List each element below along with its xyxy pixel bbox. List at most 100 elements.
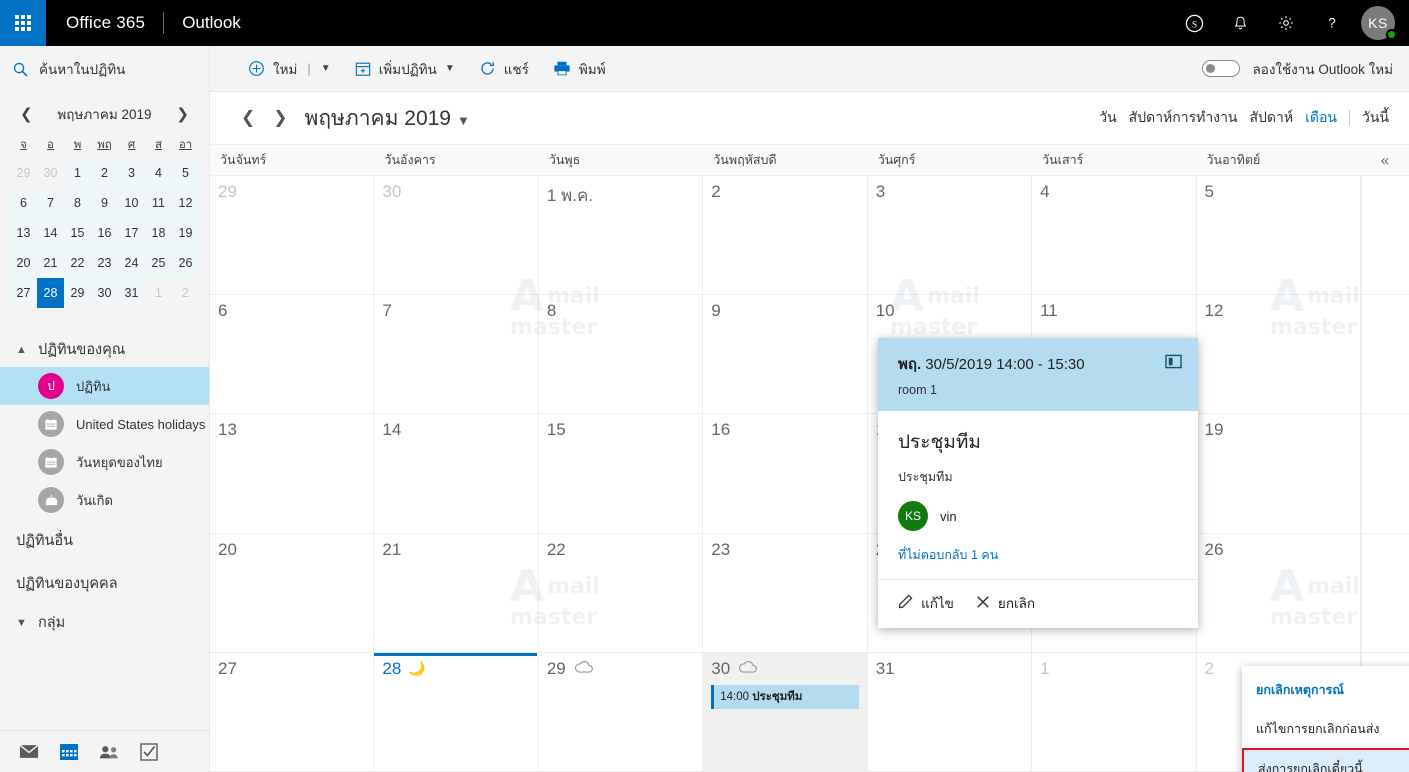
- try-new-outlook-label[interactable]: ลองใช้งาน Outlook ใหม่: [1252, 58, 1393, 80]
- mini-calendar-grid[interactable]: 29 30 1 2 3 4 5 6 7 8 9 10 11 12 13 14 15 16 17 18 19 20 21 22 2…: [10, 158, 199, 308]
- mini-calendar-day[interactable]: 27: [10, 278, 37, 308]
- sidebar-item-calendar-1[interactable]: United States holidays: [0, 405, 209, 443]
- calendar-day-cell[interactable]: 1 พ.ค.: [539, 176, 704, 295]
- view-work-week[interactable]: สัปดาห์การทำงาน: [1129, 107, 1238, 129]
- calendar-day-cell[interactable]: 21: [374, 533, 539, 652]
- mini-calendar-dow[interactable]: อา: [172, 132, 199, 158]
- mini-calendar-day[interactable]: 2: [172, 278, 199, 308]
- try-new-outlook-toggle[interactable]: [1202, 60, 1241, 77]
- mini-calendar-day[interactable]: 30: [91, 278, 118, 308]
- calendar-day-cell[interactable]: 29: [210, 176, 375, 295]
- calendar-day-cell[interactable]: 15: [539, 414, 704, 533]
- mini-calendar-day[interactable]: 29: [64, 278, 91, 308]
- calendar-day-cell[interactable]: 4: [1032, 176, 1197, 295]
- bell-icon[interactable]: [1217, 0, 1263, 46]
- prev-month-button[interactable]: ❮: [232, 108, 264, 128]
- mini-calendar-day[interactable]: 28: [37, 278, 64, 308]
- search-input[interactable]: ค้นหาในปฏิทิน: [0, 46, 209, 92]
- menu-item-send-cancellation-now[interactable]: ส่งการยกเลิกเดี๋ยวนี้: [1242, 748, 1409, 772]
- chevron-right-icon[interactable]: ❯: [172, 105, 193, 123]
- calendar-day-cell[interactable]: 3: [868, 176, 1033, 295]
- sidebar-item-calendar-3[interactable]: วันเกิด: [0, 481, 209, 519]
- skype-icon[interactable]: S: [1171, 0, 1217, 46]
- mini-calendar-title[interactable]: พฤษภาคม 2019: [57, 103, 151, 125]
- calendar-day-cell[interactable]: 13: [210, 414, 375, 533]
- calendar-day-cell[interactable]: 22: [539, 533, 704, 652]
- help-icon[interactable]: ?: [1309, 0, 1355, 46]
- mini-calendar-day[interactable]: 14: [37, 218, 64, 248]
- calendar-day-cell[interactable]: 14: [374, 414, 539, 533]
- app-name[interactable]: Outlook: [182, 13, 241, 33]
- mini-calendar-day[interactable]: 3: [118, 158, 145, 188]
- mini-calendar-day[interactable]: 11: [145, 188, 172, 218]
- calendar-day-cell[interactable]: 12: [1197, 295, 1361, 414]
- calendar-event-chip[interactable]: 14:00 ประชุมทีม: [711, 684, 859, 709]
- calendar-day-cell[interactable]: 16: [703, 414, 868, 533]
- mini-calendar-day[interactable]: 29: [10, 158, 37, 188]
- calendar-day-cell[interactable]: 1: [1032, 652, 1197, 772]
- add-calendar-button[interactable]: เพิ่มปฏิทิน ▼: [345, 52, 465, 86]
- calendar-day-cell[interactable]: 2: [703, 176, 868, 295]
- mini-calendar-dow[interactable]: จ: [10, 132, 37, 158]
- mini-calendar-day[interactable]: 31: [118, 278, 145, 308]
- mini-calendar-day[interactable]: 13: [10, 218, 37, 248]
- mini-calendar-dow[interactable]: พ: [64, 132, 91, 158]
- calendar-icon[interactable]: [54, 737, 84, 767]
- mini-calendar-day[interactable]: 17: [118, 218, 145, 248]
- mini-calendar-day[interactable]: 25: [145, 248, 172, 278]
- chevron-down-icon[interactable]: ▼: [321, 63, 331, 74]
- mini-calendar-dow[interactable]: ศ: [118, 132, 145, 158]
- cancel-event-button[interactable]: ยกเลิก: [976, 592, 1035, 614]
- mini-calendar-day[interactable]: 23: [91, 248, 118, 278]
- mini-calendar-dow[interactable]: พฤ: [91, 132, 118, 158]
- chevron-down-icon[interactable]: ▼: [457, 113, 470, 128]
- mini-calendar-day[interactable]: 10: [118, 188, 145, 218]
- calendar-day-cell[interactable]: 29: [539, 652, 704, 772]
- mini-calendar-day[interactable]: 9: [91, 188, 118, 218]
- office-brand[interactable]: Office 365: [66, 13, 145, 33]
- calendar-day-cell[interactable]: 27: [210, 652, 375, 772]
- avatar[interactable]: KS: [1355, 0, 1401, 46]
- calendar-day-cell[interactable]: 8: [539, 295, 704, 414]
- your-calendars-header[interactable]: ▲ ปฏิทินของคุณ: [0, 332, 209, 367]
- mini-calendar-day[interactable]: 26: [172, 248, 199, 278]
- mini-calendar-day[interactable]: 6: [10, 188, 37, 218]
- share-button[interactable]: แชร์: [469, 52, 539, 86]
- calendar-day-cell[interactable]: 6: [210, 295, 375, 414]
- next-month-button[interactable]: ❯: [264, 108, 296, 128]
- mini-calendar-day[interactable]: 21: [37, 248, 64, 278]
- calendar-day-cell[interactable]: 28 🌙: [374, 652, 539, 772]
- mini-calendar-day[interactable]: 8: [64, 188, 91, 218]
- page-title[interactable]: พฤษภาคม 2019 ▼: [305, 102, 470, 135]
- mini-calendar-day[interactable]: 2: [91, 158, 118, 188]
- calendar-day-cell[interactable]: 30: [374, 176, 539, 295]
- print-button[interactable]: พิมพ์: [543, 52, 616, 86]
- gear-icon[interactable]: [1263, 0, 1309, 46]
- mini-calendar-day[interactable]: 1: [64, 158, 91, 188]
- calendar-day-cell[interactable]: 7: [374, 295, 539, 414]
- mini-calendar-dow[interactable]: ส: [145, 132, 172, 158]
- calendar-day-cell[interactable]: 9: [703, 295, 868, 414]
- mini-calendar-day[interactable]: 4: [145, 158, 172, 188]
- mini-calendar-day[interactable]: 30: [37, 158, 64, 188]
- mini-calendar-day[interactable]: 19: [172, 218, 199, 248]
- groups-header[interactable]: ▼ กลุ่ม: [0, 605, 209, 640]
- sidebar-item-calendar-2[interactable]: วันหยุดของไทย: [0, 443, 209, 481]
- menu-item-edit-cancellation[interactable]: แก้ไขการยกเลิกก่อนส่ง: [1242, 710, 1409, 748]
- calendar-day-cell[interactable]: 23: [703, 533, 868, 652]
- mini-calendar-day[interactable]: 18: [145, 218, 172, 248]
- mini-calendar-day[interactable]: 20: [10, 248, 37, 278]
- calendar-day-cell[interactable]: 26: [1197, 533, 1361, 652]
- new-event-button[interactable]: ใหม่ | ▼: [238, 52, 341, 86]
- people-icon[interactable]: [94, 737, 124, 767]
- calendar-day-cell[interactable]: 20: [210, 533, 375, 652]
- open-pane-icon[interactable]: [1165, 354, 1182, 374]
- sidebar-item-calendar-0[interactable]: ป ปฏิทิน: [0, 367, 209, 405]
- mini-calendar-day[interactable]: 1: [145, 278, 172, 308]
- app-launcher-icon[interactable]: [0, 0, 46, 46]
- view-week[interactable]: สัปดาห์: [1250, 107, 1294, 129]
- mini-calendar-day[interactable]: 5: [172, 158, 199, 188]
- calendar-day-cell[interactable]: 31: [868, 652, 1033, 772]
- chevron-down-icon[interactable]: ▼: [445, 63, 455, 74]
- calendar-day-cell[interactable]: 30 14:00 ประชุมทีม: [703, 652, 868, 772]
